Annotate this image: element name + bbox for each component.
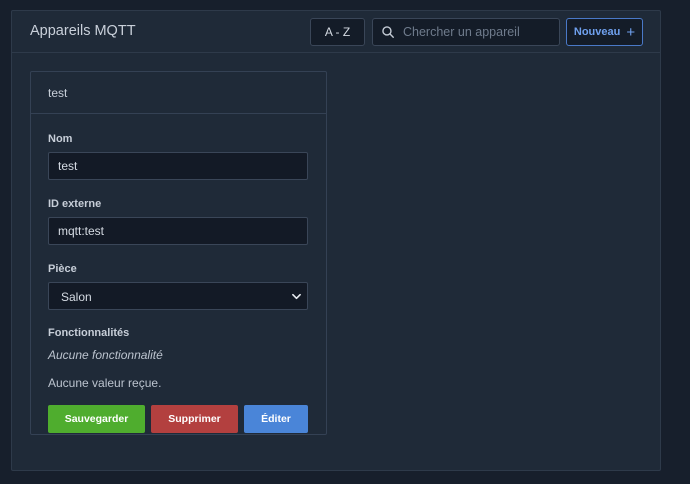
room-select[interactable]: Salon [48,282,308,310]
room-select-value: Salon [61,290,92,304]
search-box[interactable] [372,18,560,46]
panel-header: Appareils MQTT A - Z Nouveau + [12,11,660,53]
new-button-label: Nouveau [573,26,621,38]
device-card: test Nom ID externe Pièce Salon Fonction… [30,71,327,435]
features-label: Fonctionnalités [48,327,130,339]
name-label: Nom [48,133,73,145]
external-id-label: ID externe [48,198,102,210]
search-input[interactable] [395,19,559,45]
search-icon [382,26,394,38]
save-button[interactable]: Sauvegarder [48,405,145,433]
page-title: Appareils MQTT [30,23,136,39]
new-device-button[interactable]: Nouveau + [566,18,643,46]
device-card-body: Nom ID externe Pièce Salon Fonctionnalit… [31,133,326,433]
device-card-title: test [31,72,326,114]
no-features-text: Aucune fonctionnalité [48,348,163,362]
action-buttons: Sauvegarder Supprimer Éditer [48,405,309,433]
external-id-input[interactable] [48,217,308,245]
plus-icon: + [626,23,636,41]
sort-button[interactable]: A - Z [310,18,365,46]
no-value-text: Aucune valeur reçue. [48,376,162,390]
name-input[interactable] [48,152,308,180]
mqtt-devices-panel: Appareils MQTT A - Z Nouveau + test Nom … [11,10,661,471]
chevron-down-icon [292,293,301,300]
room-label: Pièce [48,263,77,275]
delete-button[interactable]: Supprimer [151,405,238,433]
edit-button[interactable]: Éditer [244,405,308,433]
